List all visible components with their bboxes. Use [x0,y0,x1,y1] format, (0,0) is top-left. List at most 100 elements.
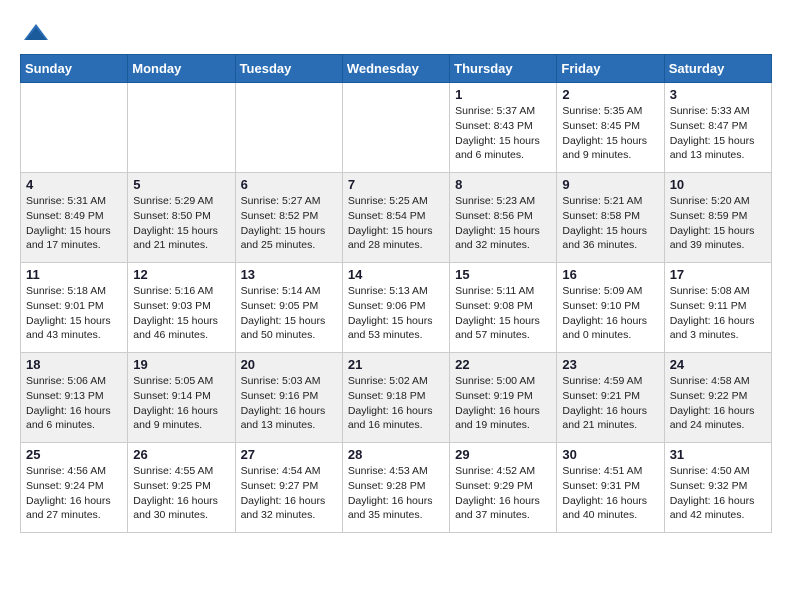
day-number: 2 [562,87,658,102]
page-header [20,20,772,44]
day-info: Sunrise: 5:27 AM Sunset: 8:52 PM Dayligh… [241,194,337,253]
day-info: Sunrise: 4:52 AM Sunset: 9:29 PM Dayligh… [455,464,551,523]
day-number: 24 [670,357,766,372]
day-info: Sunrise: 5:23 AM Sunset: 8:56 PM Dayligh… [455,194,551,253]
day-info: Sunrise: 5:09 AM Sunset: 9:10 PM Dayligh… [562,284,658,343]
day-number: 28 [348,447,444,462]
calendar-cell: 21 Sunrise: 5:02 AM Sunset: 9:18 PM Dayli… [342,353,449,443]
calendar-cell: 14Sunrise: 5:13 AM Sunset: 9:06 PM Dayli… [342,263,449,353]
calendar-cell: 1 Sunrise: 5:37 AM Sunset: 8:43 PM Daylig… [450,83,557,173]
calendar-cell: 2 Sunrise: 5:35 AM Sunset: 8:45 PM Daylig… [557,83,664,173]
calendar-cell: 15 Sunrise: 5:11 AM Sunset: 9:08 PM Dayli… [450,263,557,353]
day-number: 20 [241,357,337,372]
calendar-week-row: 11Sunrise: 5:18 AM Sunset: 9:01 PM Dayli… [21,263,772,353]
calendar-cell: 17 Sunrise: 5:08 AM Sunset: 9:11 PM Dayli… [664,263,771,353]
day-info: Sunrise: 4:50 AM Sunset: 9:32 PM Dayligh… [670,464,766,523]
calendar-cell: 30 Sunrise: 4:51 AM Sunset: 9:31 PM Dayli… [557,443,664,533]
day-number: 30 [562,447,658,462]
calendar-cell: 5Sunrise: 5:29 AM Sunset: 8:50 PM Daylig… [128,173,235,263]
calendar-cell: 4 Sunrise: 5:31 AM Sunset: 8:49 PM Daylig… [21,173,128,263]
calendar-cell [235,83,342,173]
day-number: 21 [348,357,444,372]
day-number: 27 [241,447,337,462]
day-number: 31 [670,447,766,462]
day-info: Sunrise: 5:14 AM Sunset: 9:05 PM Dayligh… [241,284,337,343]
day-info: Sunrise: 5:13 AM Sunset: 9:06 PM Dayligh… [348,284,444,343]
day-info: Sunrise: 4:53 AM Sunset: 9:28 PM Dayligh… [348,464,444,523]
day-info: Sunrise: 5:08 AM Sunset: 9:11 PM Dayligh… [670,284,766,343]
day-number: 15 [455,267,551,282]
weekday-header: Monday [128,55,235,83]
day-info: Sunrise: 5:37 AM Sunset: 8:43 PM Dayligh… [455,104,551,163]
day-number: 18 [26,357,122,372]
day-number: 25 [26,447,122,462]
calendar-cell: 27 Sunrise: 4:54 AM Sunset: 9:27 PM Dayli… [235,443,342,533]
day-info: Sunrise: 5:33 AM Sunset: 8:47 PM Dayligh… [670,104,766,163]
calendar-cell: 31 Sunrise: 4:50 AM Sunset: 9:32 PM Dayli… [664,443,771,533]
weekday-header: Sunday [21,55,128,83]
calendar-cell: 28 Sunrise: 4:53 AM Sunset: 9:28 PM Dayli… [342,443,449,533]
day-number: 1 [455,87,551,102]
calendar-cell [21,83,128,173]
day-info: Sunrise: 5:06 AM Sunset: 9:13 PM Dayligh… [26,374,122,433]
day-number: 3 [670,87,766,102]
day-number: 12 [133,267,229,282]
weekday-header: Wednesday [342,55,449,83]
day-info: Sunrise: 4:55 AM Sunset: 9:25 PM Dayligh… [133,464,229,523]
day-info: Sunrise: 5:20 AM Sunset: 8:59 PM Dayligh… [670,194,766,253]
calendar-cell: 29 Sunrise: 4:52 AM Sunset: 9:29 PM Dayli… [450,443,557,533]
day-info: Sunrise: 4:54 AM Sunset: 9:27 PM Dayligh… [241,464,337,523]
day-info: Sunrise: 5:00 AM Sunset: 9:19 PM Dayligh… [455,374,551,433]
day-number: 9 [562,177,658,192]
day-number: 7 [348,177,444,192]
day-info: Sunrise: 4:51 AM Sunset: 9:31 PM Dayligh… [562,464,658,523]
day-number: 23 [562,357,658,372]
day-number: 29 [455,447,551,462]
day-info: Sunrise: 5:02 AM Sunset: 9:18 PM Dayligh… [348,374,444,433]
weekday-header: Tuesday [235,55,342,83]
calendar-body: 1 Sunrise: 5:37 AM Sunset: 8:43 PM Daylig… [21,83,772,533]
calendar-cell: 26 Sunrise: 4:55 AM Sunset: 9:25 PM Dayli… [128,443,235,533]
day-info: Sunrise: 5:16 AM Sunset: 9:03 PM Dayligh… [133,284,229,343]
calendar-cell: 6 Sunrise: 5:27 AM Sunset: 8:52 PM Daylig… [235,173,342,263]
calendar-week-row: 25 Sunrise: 4:56 AM Sunset: 9:24 PM Dayli… [21,443,772,533]
calendar-cell: 3 Sunrise: 5:33 AM Sunset: 8:47 PM Daylig… [664,83,771,173]
day-number: 22 [455,357,551,372]
day-number: 17 [670,267,766,282]
day-number: 4 [26,177,122,192]
day-number: 26 [133,447,229,462]
calendar-week-row: 4 Sunrise: 5:31 AM Sunset: 8:49 PM Daylig… [21,173,772,263]
logo-icon [22,22,50,44]
calendar-week-row: 18 Sunrise: 5:06 AM Sunset: 9:13 PM Dayli… [21,353,772,443]
calendar-cell: 20Sunrise: 5:03 AM Sunset: 9:16 PM Dayli… [235,353,342,443]
day-number: 16 [562,267,658,282]
calendar-cell: 7 Sunrise: 5:25 AM Sunset: 8:54 PM Daylig… [342,173,449,263]
day-info: Sunrise: 4:58 AM Sunset: 9:22 PM Dayligh… [670,374,766,433]
day-info: Sunrise: 5:05 AM Sunset: 9:14 PM Dayligh… [133,374,229,433]
calendar-cell: 22 Sunrise: 5:00 AM Sunset: 9:19 PM Dayli… [450,353,557,443]
day-info: Sunrise: 5:11 AM Sunset: 9:08 PM Dayligh… [455,284,551,343]
day-info: Sunrise: 4:56 AM Sunset: 9:24 PM Dayligh… [26,464,122,523]
calendar-cell: 19 Sunrise: 5:05 AM Sunset: 9:14 PM Dayli… [128,353,235,443]
calendar-cell: 11Sunrise: 5:18 AM Sunset: 9:01 PM Dayli… [21,263,128,353]
calendar-cell: 8Sunrise: 5:23 AM Sunset: 8:56 PM Daylig… [450,173,557,263]
day-number: 5 [133,177,229,192]
calendar-cell: 18 Sunrise: 5:06 AM Sunset: 9:13 PM Dayli… [21,353,128,443]
day-info: Sunrise: 5:35 AM Sunset: 8:45 PM Dayligh… [562,104,658,163]
day-number: 6 [241,177,337,192]
calendar-cell: 23Sunrise: 4:59 AM Sunset: 9:21 PM Dayli… [557,353,664,443]
day-info: Sunrise: 5:18 AM Sunset: 9:01 PM Dayligh… [26,284,122,343]
calendar-header-row: SundayMondayTuesdayWednesdayThursdayFrid… [21,55,772,83]
calendar-cell: 25 Sunrise: 4:56 AM Sunset: 9:24 PM Dayli… [21,443,128,533]
calendar-week-row: 1 Sunrise: 5:37 AM Sunset: 8:43 PM Daylig… [21,83,772,173]
logo [20,20,52,44]
calendar-cell: 12 Sunrise: 5:16 AM Sunset: 9:03 PM Dayli… [128,263,235,353]
day-info: Sunrise: 5:31 AM Sunset: 8:49 PM Dayligh… [26,194,122,253]
calendar-cell: 24 Sunrise: 4:58 AM Sunset: 9:22 PM Dayli… [664,353,771,443]
calendar-cell: 16 Sunrise: 5:09 AM Sunset: 9:10 PM Dayli… [557,263,664,353]
weekday-header: Thursday [450,55,557,83]
day-info: Sunrise: 5:25 AM Sunset: 8:54 PM Dayligh… [348,194,444,253]
day-number: 19 [133,357,229,372]
calendar-table: SundayMondayTuesdayWednesdayThursdayFrid… [20,54,772,533]
calendar-cell: 10Sunrise: 5:20 AM Sunset: 8:59 PM Dayli… [664,173,771,263]
